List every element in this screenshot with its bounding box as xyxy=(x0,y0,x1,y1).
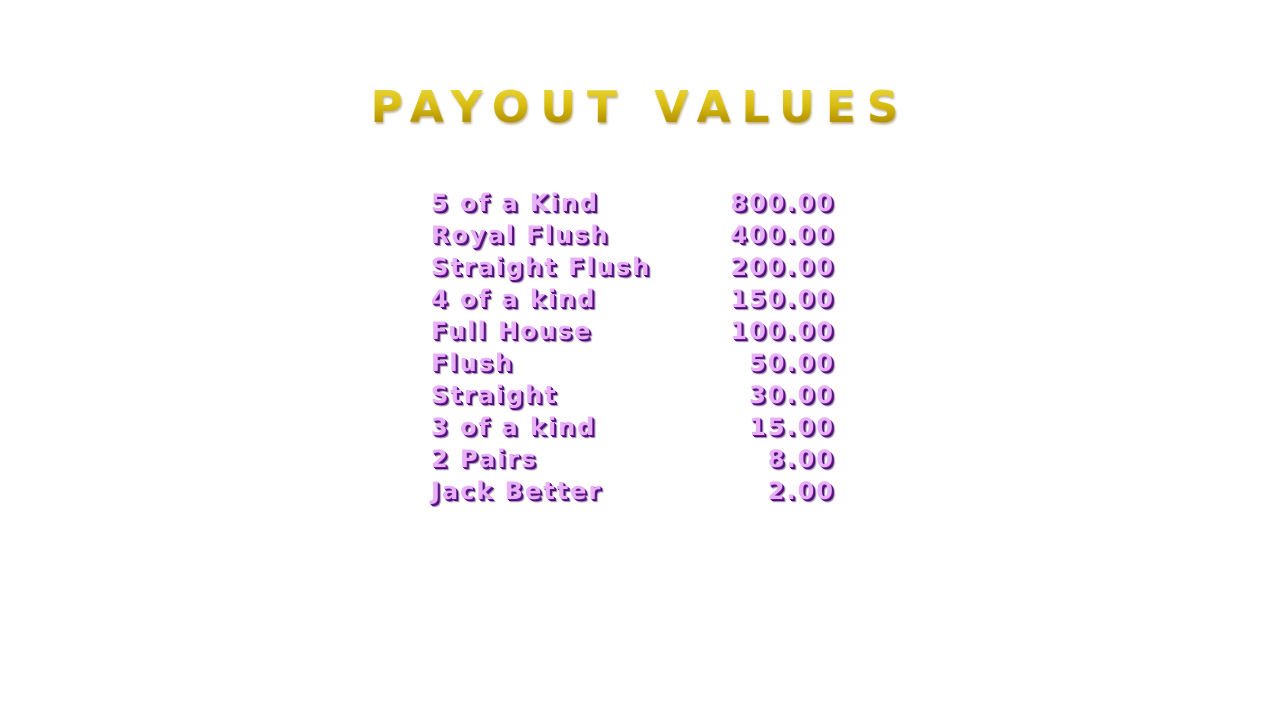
hand-name: Full House xyxy=(431,317,593,345)
payout-value: 100.00 xyxy=(730,317,835,345)
payout-row: Full House 100.00 xyxy=(431,315,835,347)
payout-row: Flush 50.00 xyxy=(431,347,835,379)
payout-row: 4 of a kind 150.00 xyxy=(431,283,835,315)
payout-row: 5 of a Kind 800.00 xyxy=(431,187,835,219)
hand-name: Royal Flush xyxy=(431,221,610,249)
payout-value: 2.00 xyxy=(767,477,835,505)
payout-row: 3 of a kind 15.00 xyxy=(431,411,835,443)
payout-value: 30.00 xyxy=(749,381,835,409)
payout-screen: PAYOUT VALUES 5 of a Kind 800.00 Royal F… xyxy=(0,0,1280,720)
hand-name: Jack Better xyxy=(431,477,603,505)
payout-row: 2 Pairs 8.00 xyxy=(431,443,835,475)
payout-row: Jack Better 2.00 xyxy=(431,475,835,507)
payout-value: 150.00 xyxy=(730,285,835,313)
payout-row: Straight 30.00 xyxy=(431,379,835,411)
hand-name: 3 of a kind xyxy=(431,413,597,441)
hand-name: Flush xyxy=(431,349,515,377)
payout-row: Royal Flush 400.00 xyxy=(431,219,835,251)
payout-value: 8.00 xyxy=(767,445,835,473)
payout-value: 200.00 xyxy=(730,253,835,281)
hand-name: 4 of a kind xyxy=(431,285,597,313)
hand-name: 5 of a Kind xyxy=(431,189,599,217)
payout-title: PAYOUT VALUES xyxy=(0,78,1280,138)
payout-value: 15.00 xyxy=(749,413,835,441)
hand-name: Straight Flush xyxy=(431,253,652,281)
hand-name: 2 Pairs xyxy=(431,445,538,473)
payout-value: 50.00 xyxy=(749,349,835,377)
payout-value: 800.00 xyxy=(730,189,835,217)
hand-name: Straight xyxy=(431,381,558,409)
payout-value: 400.00 xyxy=(730,221,835,249)
payout-row: Straight Flush 200.00 xyxy=(431,251,835,283)
payout-table: 5 of a Kind 800.00 Royal Flush 400.00 St… xyxy=(431,187,835,507)
